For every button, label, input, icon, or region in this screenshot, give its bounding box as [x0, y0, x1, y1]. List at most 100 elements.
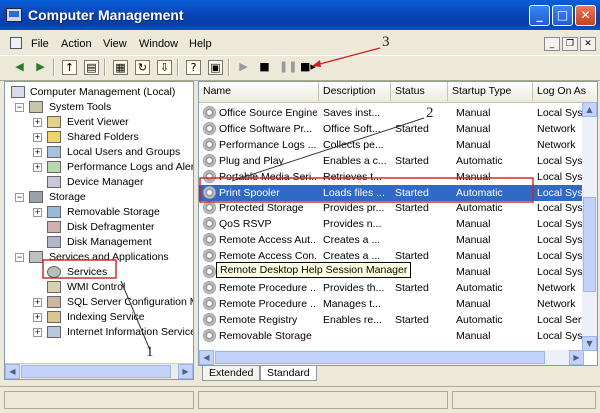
table-row[interactable]: Office Source Engine Saves inst... Manual L… — [199, 105, 597, 121]
export-list-icon[interactable]: ⇩ — [157, 60, 172, 75]
expand-icon[interactable]: + — [33, 148, 42, 157]
cell-status: Started — [395, 202, 429, 215]
computer-icon — [11, 86, 25, 98]
console-tree[interactable]: Computer Management (Local) − System Too… — [4, 81, 194, 380]
cell-status: Started — [395, 281, 429, 294]
service-gear-icon — [203, 201, 216, 215]
expand-icon[interactable]: + — [33, 133, 42, 142]
table-row[interactable]: Remote Procedure ... Manages t... Manual Ne… — [199, 296, 597, 312]
menu-file[interactable]: File — [31, 38, 49, 50]
cell-status: Started — [395, 313, 429, 326]
collapse-icon[interactable]: − — [15, 103, 24, 112]
column-header-status[interactable]: Status — [391, 82, 448, 101]
forward-arrow-icon[interactable]: ▶ — [33, 60, 48, 75]
column-header-log-on-as[interactable]: Log On As — [533, 82, 597, 101]
table-row[interactable]: Performance Logs ... Collects pe... Manual… — [199, 137, 597, 153]
cell-name: Office Software Pr... — [219, 122, 313, 135]
up-folder-icon[interactable]: ↑ — [62, 60, 77, 75]
device-manager-icon — [47, 176, 61, 188]
computer-management-window: Computer Management _ □ ✕ File Action Vi… — [0, 0, 600, 413]
start-service-icon[interactable]: ▶ — [236, 60, 251, 75]
table-row[interactable]: Protected Storage Provides pr... Started Au… — [199, 200, 597, 216]
scroll-left-icon[interactable]: ◀ — [199, 350, 214, 365]
annotation-number-2: 2 — [426, 105, 434, 121]
list-hscroll-thumb[interactable] — [215, 351, 545, 364]
properties-icon[interactable]: ▦ — [113, 60, 128, 75]
table-row[interactable]: QoS RSVP Provides n... Manual Local Sys — [199, 216, 597, 232]
collapse-icon[interactable]: − — [15, 193, 24, 202]
cell-log-on-as: Local Sys — [537, 186, 583, 199]
scroll-down-icon[interactable]: ▼ — [582, 336, 597, 351]
table-row[interactable]: Remote Registry Enables re... Started Autom… — [199, 312, 597, 328]
tab-standard[interactable]: Standard — [260, 366, 317, 381]
expand-icon[interactable]: + — [33, 298, 42, 307]
cell-description: Provides th... — [323, 281, 385, 294]
scroll-left-icon[interactable]: ◀ — [5, 364, 20, 379]
service-gear-icon — [203, 106, 216, 119]
services-list[interactable]: Name Description Status Startup Type Log… — [198, 81, 598, 366]
tab-extended[interactable]: Extended — [202, 366, 261, 381]
window-title: Computer Management — [28, 7, 184, 23]
mmc-system-icon[interactable] — [10, 37, 22, 49]
list-horizontal-scrollbar[interactable]: ◀ ▶ — [199, 350, 584, 365]
scroll-up-icon[interactable]: ▲ — [582, 102, 597, 117]
show-hide-tree-icon[interactable]: ▤ — [84, 60, 99, 75]
menu-action[interactable]: Action — [61, 38, 92, 50]
disk-management-icon — [47, 236, 61, 248]
cell-status — [395, 232, 445, 248]
table-row[interactable]: Portable Media Seri... Retrieves t... Manu… — [199, 169, 597, 185]
list-scroll-thumb[interactable] — [583, 197, 596, 292]
tree-scroll-thumb[interactable] — [21, 365, 171, 378]
service-gear-icon — [203, 217, 216, 231]
close-button[interactable]: ✕ — [575, 5, 596, 26]
cell-name: Protected Storage — [219, 202, 304, 215]
status-bar — [0, 386, 600, 413]
cell-startup-type: Manual — [456, 266, 491, 278]
mdi-close-button[interactable]: ✕ — [580, 37, 596, 51]
cell-description: Provides n... — [323, 218, 382, 231]
maximize-button[interactable]: □ — [552, 5, 573, 26]
table-row[interactable]: Remote Procedure ... Provides th... Starte… — [199, 280, 597, 296]
cell-status — [395, 296, 445, 312]
menu-window[interactable]: Window — [139, 38, 178, 50]
cell-startup-type: Automatic — [456, 186, 503, 199]
scroll-right-icon[interactable]: ▶ — [178, 364, 193, 379]
cell-startup-type: Manual — [456, 122, 491, 135]
mdi-minimize-button[interactable]: _ — [544, 37, 560, 51]
menu-help[interactable]: Help — [189, 38, 212, 50]
expand-icon[interactable]: + — [33, 208, 42, 217]
scroll-right-icon[interactable]: ▶ — [569, 350, 584, 365]
minimize-button[interactable]: _ — [529, 5, 550, 26]
table-row[interactable]: Office Software Pr... Office Soft... Start… — [199, 121, 597, 137]
table-row[interactable]: Removable Storage Manual Local Sys — [199, 328, 597, 344]
cell-log-on-as: Local Sys — [537, 329, 583, 342]
tree-horizontal-scrollbar[interactable]: ◀ ▶ — [5, 363, 193, 379]
expand-icon[interactable]: + — [33, 313, 42, 322]
menu-view[interactable]: View — [103, 38, 127, 50]
table-row[interactable]: Plug and Play Enables a c... Started Automa… — [199, 153, 597, 169]
expand-icon[interactable]: + — [33, 328, 42, 337]
table-row[interactable]: Print Spooler Loads files ... Started Autom… — [199, 184, 597, 201]
pause-service-icon[interactable]: ❚❚ — [279, 60, 297, 75]
restart-service-icon[interactable]: ■▸ — [300, 60, 316, 75]
column-header-name[interactable]: Name — [199, 82, 319, 101]
mdi-restore-button[interactable]: ❐ — [562, 37, 578, 51]
help-icon[interactable]: ? — [186, 60, 201, 75]
column-header-description[interactable]: Description — [319, 82, 391, 101]
cell-log-on-as: Local Sys — [537, 218, 583, 231]
back-arrow-icon[interactable]: ◀ — [12, 60, 27, 75]
list-vertical-scrollbar[interactable]: ▲ ▼ — [582, 102, 597, 351]
column-header-startup-type[interactable]: Startup Type — [448, 82, 533, 101]
expand-icon[interactable]: + — [33, 163, 42, 172]
cell-log-on-as: Local Sys — [537, 234, 583, 247]
stop-service-icon[interactable]: ■ — [257, 60, 272, 75]
cell-description: Saves inst... — [323, 107, 381, 119]
refresh-icon[interactable]: ↻ — [135, 60, 150, 75]
table-row[interactable]: Remote Access Aut... Creates a ... Manual L… — [199, 232, 597, 248]
cell-log-on-as: Network — [537, 122, 576, 135]
console-icon[interactable]: ▣ — [208, 60, 223, 75]
services-applications-icon — [29, 251, 43, 263]
collapse-icon[interactable]: − — [15, 253, 24, 262]
expand-icon[interactable]: + — [33, 118, 42, 127]
title-bar[interactable]: Computer Management _ □ ✕ — [0, 0, 600, 30]
